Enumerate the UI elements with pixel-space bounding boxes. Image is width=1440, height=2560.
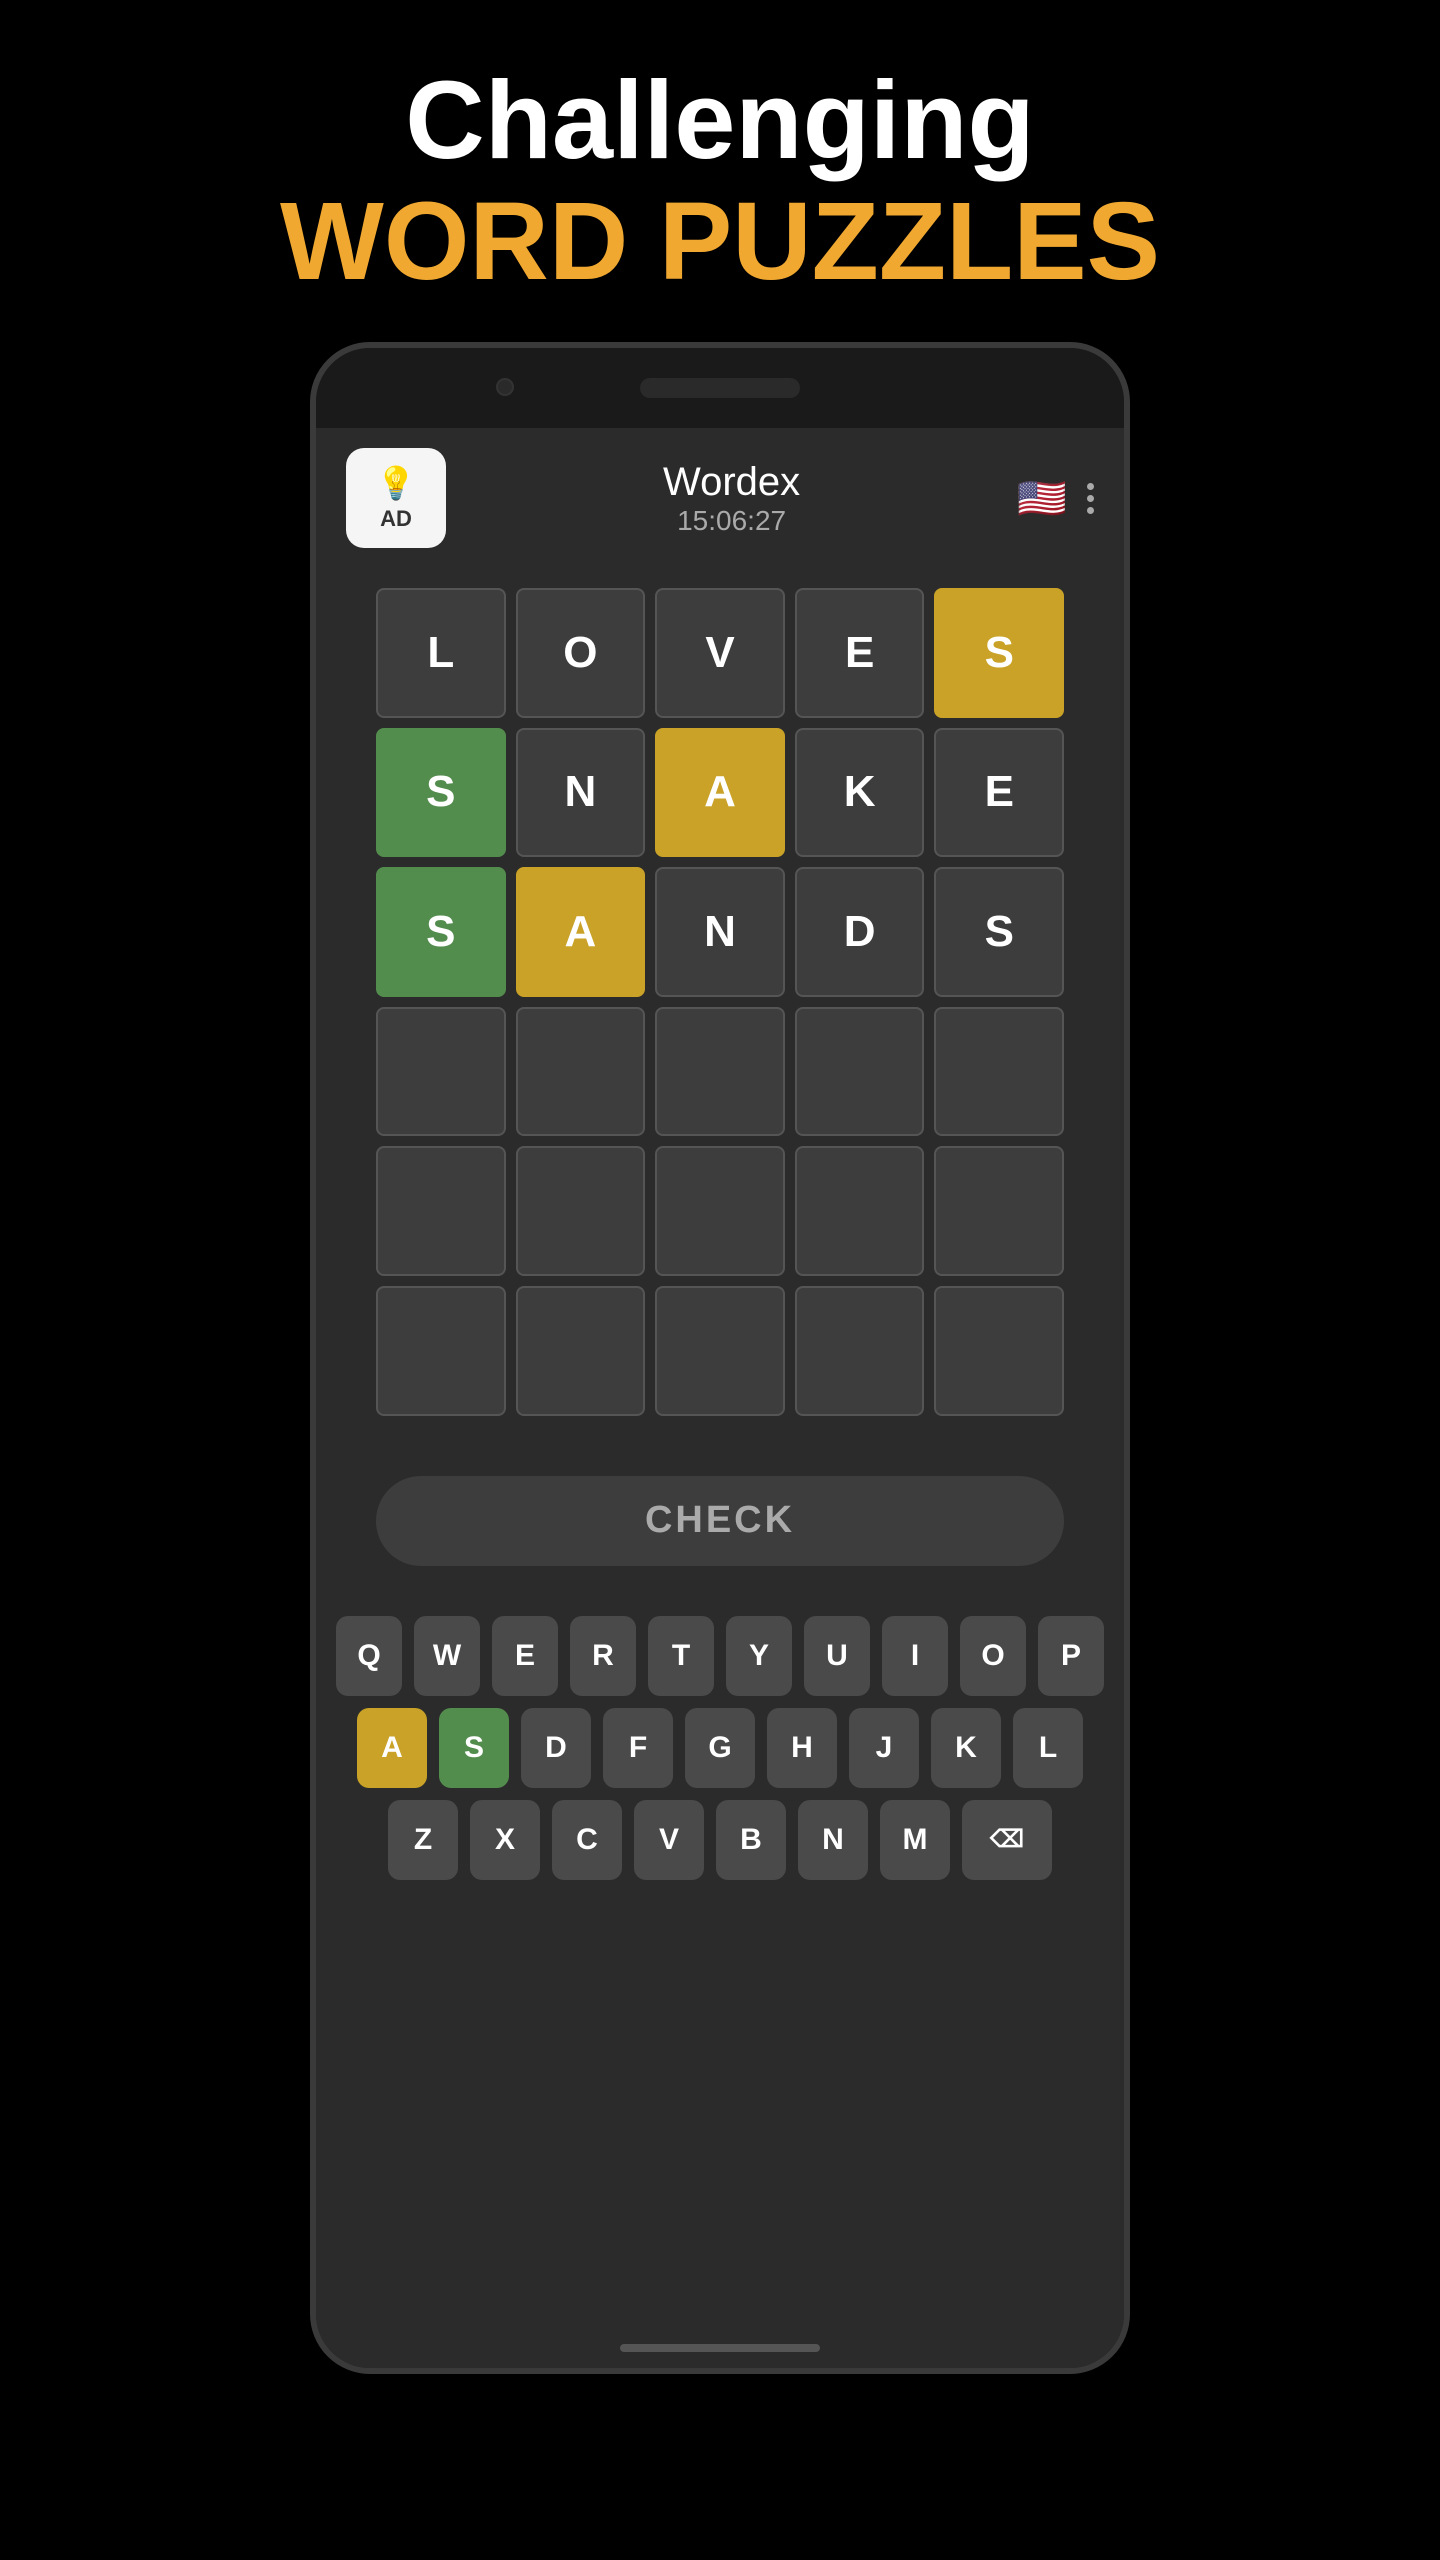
menu-button[interactable]: [1087, 483, 1094, 514]
key-x[interactable]: X: [470, 1800, 540, 1880]
grid-cell-r5-c3: [795, 1286, 925, 1416]
key-t[interactable]: T: [648, 1616, 714, 1696]
grid-cell-r3-c4: [934, 1007, 1064, 1137]
key-s[interactable]: S: [439, 1708, 509, 1788]
grid-cell-r4-c0: [376, 1146, 506, 1276]
key-n[interactable]: N: [798, 1800, 868, 1880]
grid-cell-r5-c0: [376, 1286, 506, 1416]
keyboard-row-1: ASDFGHJKL: [336, 1708, 1104, 1788]
app-title-area: Wordex 15:06:27: [663, 460, 800, 537]
key-m[interactable]: M: [880, 1800, 950, 1880]
app-header: 💡 AD Wordex 15:06:27 🇺🇸: [316, 428, 1124, 568]
phone-bottom: [316, 2328, 1124, 2368]
grid-cell-r4-c3: [795, 1146, 925, 1276]
grid-cell-r1-c3: K: [795, 728, 925, 858]
key-d[interactable]: D: [521, 1708, 591, 1788]
phone-speaker: [640, 378, 800, 398]
key-y[interactable]: Y: [726, 1616, 792, 1696]
promo-header: Challenging WORD PUZZLES: [280, 0, 1160, 342]
grid-cell-r2-c2: N: [655, 867, 785, 997]
check-area: CHECK: [316, 1436, 1124, 1596]
ad-button[interactable]: 💡 AD: [346, 448, 446, 548]
bulb-icon: 💡: [376, 464, 416, 502]
key-z[interactable]: Z: [388, 1800, 458, 1880]
key-backspace[interactable]: ⌫: [962, 1800, 1052, 1880]
grid-cell-r3-c1: [516, 1007, 646, 1137]
menu-dot: [1087, 495, 1094, 502]
app-timer: 15:06:27: [663, 505, 800, 537]
key-f[interactable]: F: [603, 1708, 673, 1788]
menu-dot: [1087, 507, 1094, 514]
check-button[interactable]: CHECK: [376, 1476, 1064, 1566]
grid-cell-r0-c3: E: [795, 588, 925, 718]
menu-dot: [1087, 483, 1094, 490]
key-v[interactable]: V: [634, 1800, 704, 1880]
key-j[interactable]: J: [849, 1708, 919, 1788]
grid-cell-r5-c2: [655, 1286, 785, 1416]
header-right: 🇺🇸: [1017, 475, 1094, 522]
key-c[interactable]: C: [552, 1800, 622, 1880]
grid-cell-r1-c2: A: [655, 728, 785, 858]
key-u[interactable]: U: [804, 1616, 870, 1696]
grid-cell-r3-c2: [655, 1007, 785, 1137]
key-q[interactable]: Q: [336, 1616, 402, 1696]
key-w[interactable]: W: [414, 1616, 480, 1696]
grid-cell-r4-c4: [934, 1146, 1064, 1276]
key-h[interactable]: H: [767, 1708, 837, 1788]
key-i[interactable]: I: [882, 1616, 948, 1696]
grid-cell-r2-c1: A: [516, 867, 646, 997]
keyboard-row-2: ZXCVBNM⌫: [336, 1800, 1104, 1880]
key-b[interactable]: B: [716, 1800, 786, 1880]
grid-cell-r3-c3: [795, 1007, 925, 1137]
game-grid-container: LOVESSNAKESANDS: [316, 568, 1124, 1436]
grid-cell-r0-c1: O: [516, 588, 646, 718]
grid-cell-r5-c1: [516, 1286, 646, 1416]
phone-camera: [496, 378, 514, 396]
header-line1: Challenging: [280, 60, 1160, 181]
game-grid: LOVESSNAKESANDS: [376, 588, 1064, 1416]
grid-cell-r2-c3: D: [795, 867, 925, 997]
grid-cell-r1-c0: S: [376, 728, 506, 858]
phone-home-bar: [620, 2344, 820, 2352]
key-p[interactable]: P: [1038, 1616, 1104, 1696]
grid-cell-r0-c0: L: [376, 588, 506, 718]
grid-cell-r0-c2: V: [655, 588, 785, 718]
grid-cell-r0-c4: S: [934, 588, 1064, 718]
key-g[interactable]: G: [685, 1708, 755, 1788]
header-line2: WORD PUZZLES: [280, 181, 1160, 302]
grid-cell-r5-c4: [934, 1286, 1064, 1416]
grid-cell-r4-c2: [655, 1146, 785, 1276]
grid-cell-r4-c1: [516, 1146, 646, 1276]
grid-cell-r2-c4: S: [934, 867, 1064, 997]
grid-cell-r1-c4: E: [934, 728, 1064, 858]
keyboard: QWERTYUIOP ASDFGHJKL ZXCVBNM⌫: [316, 1596, 1124, 1932]
phone-frame: 💡 AD Wordex 15:06:27 🇺🇸 LOVESSNAKESANDS: [310, 342, 1130, 2374]
grid-cell-r3-c0: [376, 1007, 506, 1137]
key-e[interactable]: E: [492, 1616, 558, 1696]
key-k[interactable]: K: [931, 1708, 1001, 1788]
key-l[interactable]: L: [1013, 1708, 1083, 1788]
keyboard-row-0: QWERTYUIOP: [336, 1616, 1104, 1696]
app-title: Wordex: [663, 460, 800, 505]
phone-top-bar: [316, 348, 1124, 428]
key-a[interactable]: A: [357, 1708, 427, 1788]
phone-screen: 💡 AD Wordex 15:06:27 🇺🇸 LOVESSNAKESANDS: [316, 428, 1124, 2328]
grid-cell-r2-c0: S: [376, 867, 506, 997]
key-r[interactable]: R: [570, 1616, 636, 1696]
ad-label: AD: [380, 506, 412, 532]
flag-icon[interactable]: 🇺🇸: [1017, 475, 1067, 522]
grid-cell-r1-c1: N: [516, 728, 646, 858]
key-o[interactable]: O: [960, 1616, 1026, 1696]
